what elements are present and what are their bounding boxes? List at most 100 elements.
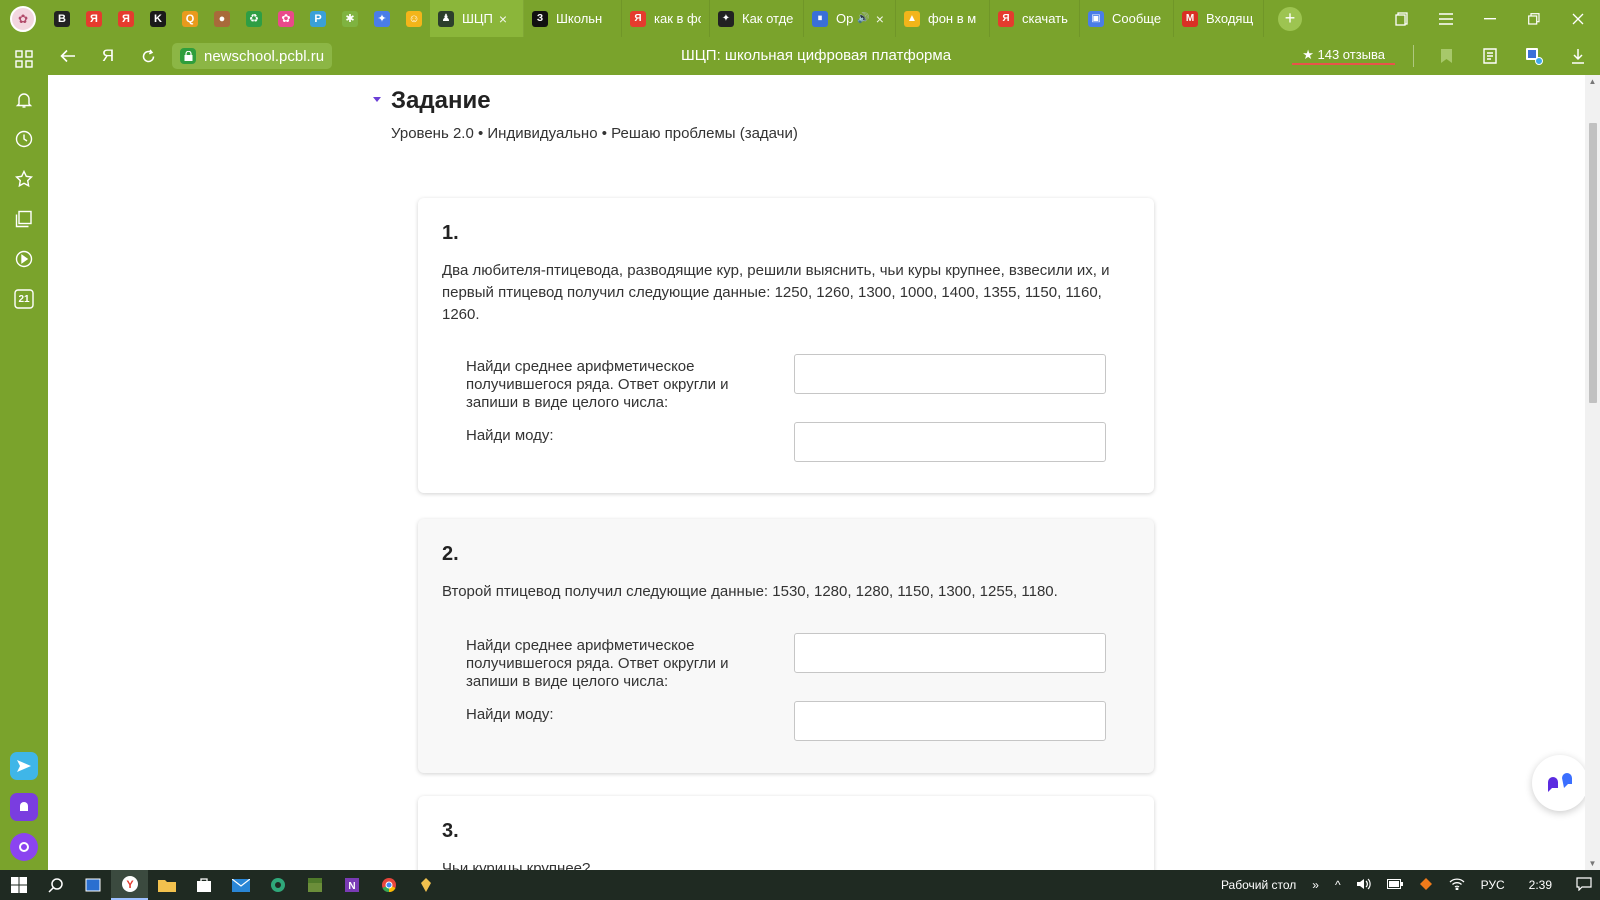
mail-icon[interactable] bbox=[222, 870, 259, 900]
tab-favicon-icon: ♟ bbox=[438, 10, 454, 27]
reload-button[interactable] bbox=[128, 37, 168, 75]
browser-tab[interactable]: ♟ ШЦП × bbox=[430, 0, 524, 37]
back-button[interactable] bbox=[48, 37, 88, 75]
pinned-tab[interactable]: ✱ bbox=[334, 0, 366, 37]
scroll-thumb[interactable] bbox=[1589, 123, 1597, 403]
pinned-tab-favicon-icon: ☺ bbox=[406, 10, 422, 27]
windows-start-icon[interactable] bbox=[0, 870, 37, 900]
wifi-icon[interactable] bbox=[1441, 877, 1473, 893]
browser-tab[interactable]: ▲ фон в м bbox=[896, 0, 990, 37]
pinned-tab-favicon-icon: K bbox=[150, 10, 166, 27]
reviews-badge[interactable]: ★ 143 отзыва bbox=[1292, 47, 1395, 65]
star-icon[interactable] bbox=[12, 167, 36, 191]
tab-close-icon[interactable]: × bbox=[876, 11, 884, 27]
divider bbox=[1413, 45, 1414, 67]
volume-icon[interactable] bbox=[1349, 878, 1379, 893]
tab-label: Сообще bbox=[1112, 11, 1162, 26]
tab-manager-icon[interactable] bbox=[1380, 0, 1424, 37]
page-scrollbar[interactable]: ▲ ▼ bbox=[1585, 75, 1600, 870]
game-app-icon[interactable] bbox=[407, 870, 444, 900]
lock-icon bbox=[180, 48, 196, 64]
tab-close-icon[interactable]: × bbox=[499, 11, 507, 27]
bell-icon[interactable] bbox=[12, 88, 36, 112]
pinned-tab[interactable]: P bbox=[302, 0, 334, 37]
pinned-tab[interactable]: K bbox=[142, 0, 174, 37]
search-icon[interactable] bbox=[37, 870, 74, 900]
mode-input[interactable] bbox=[794, 701, 1106, 741]
pinned-tab[interactable]: ✿ bbox=[270, 0, 302, 37]
address-bar-row: ШЦП: школьная цифровая платформа Я newsc… bbox=[48, 37, 1600, 75]
browser-tab[interactable]: Якак в фо bbox=[622, 0, 710, 37]
pinned-tab[interactable]: Q bbox=[174, 0, 206, 37]
browser-tab[interactable]: M Входящ bbox=[1174, 0, 1264, 37]
pinned-tab[interactable]: ☺ bbox=[398, 0, 430, 37]
onenote-icon[interactable]: N bbox=[333, 870, 370, 900]
desktop-label[interactable]: Рабочий стол bbox=[1213, 878, 1304, 892]
browser-tab[interactable]: З Школьн bbox=[524, 0, 622, 37]
task-view-icon[interactable] bbox=[74, 870, 111, 900]
mean-input[interactable] bbox=[794, 354, 1106, 394]
minimize-icon[interactable] bbox=[1468, 0, 1512, 37]
action-center-icon[interactable] bbox=[1568, 876, 1600, 894]
yandex-logo-icon[interactable]: Я bbox=[88, 37, 128, 75]
reader-icon[interactable] bbox=[1468, 37, 1512, 75]
question-number: 2. bbox=[442, 543, 459, 565]
apps-icon[interactable] bbox=[12, 47, 36, 71]
store-icon[interactable] bbox=[185, 870, 222, 900]
bookmark-icon[interactable] bbox=[1424, 37, 1468, 75]
mode-input[interactable] bbox=[794, 422, 1106, 462]
browser-tab[interactable]: Яскачать bbox=[990, 0, 1080, 37]
play-icon[interactable] bbox=[12, 247, 36, 271]
collapse-caret-icon[interactable] bbox=[373, 97, 381, 102]
question-number: 3. bbox=[442, 820, 459, 842]
pinned-tab-favicon-icon: ♻ bbox=[246, 10, 262, 27]
tab-label: скачать bbox=[1022, 11, 1068, 26]
tab-bar: ✿ B Я Я K Q ● ♻ ✿ P ✱ ✦ ☺ ♟ ШЦП × З Школьн Якак в фо ✦ Как… bbox=[0, 0, 1600, 37]
browser-tab[interactable]: ▣ Сообще bbox=[1080, 0, 1174, 37]
scroll-down-icon[interactable]: ▼ bbox=[1588, 859, 1597, 868]
browser-tab[interactable]: ⏸ Ор 🔊 × bbox=[804, 0, 896, 37]
tray-overflow-icon[interactable]: ^ bbox=[1327, 878, 1349, 892]
calendar-icon[interactable]: 21 bbox=[12, 287, 36, 311]
svg-text:N: N bbox=[348, 881, 355, 892]
new-tab-button[interactable]: + bbox=[1278, 6, 1302, 31]
pinned-tab[interactable]: Я bbox=[78, 0, 110, 37]
download-icon[interactable] bbox=[1556, 37, 1600, 75]
yandex-browser-icon[interactable]: Y bbox=[111, 870, 148, 900]
menu-icon[interactable] bbox=[1424, 0, 1468, 37]
browser-tab[interactable]: ✦ Как отде bbox=[710, 0, 804, 37]
translate-icon[interactable] bbox=[1512, 37, 1556, 75]
restore-icon[interactable] bbox=[1512, 0, 1556, 37]
clock[interactable]: 2:39 bbox=[1513, 878, 1568, 892]
alice-shortcut-icon[interactable] bbox=[10, 793, 38, 821]
history-icon[interactable] bbox=[12, 127, 36, 151]
pinned-tab[interactable]: Я bbox=[110, 0, 142, 37]
mean-input[interactable] bbox=[794, 633, 1106, 673]
minecraft-icon[interactable] bbox=[296, 870, 333, 900]
messenger-icon[interactable] bbox=[10, 752, 38, 780]
file-explorer-icon[interactable] bbox=[148, 870, 185, 900]
battery-icon[interactable] bbox=[1379, 878, 1411, 892]
close-window-icon[interactable] bbox=[1556, 0, 1600, 37]
profile-button[interactable]: ✿ bbox=[0, 0, 46, 37]
pinned-tabs: B Я Я K Q ● ♻ ✿ P ✱ ✦ ☺ bbox=[46, 0, 430, 37]
notification-app-icon[interactable] bbox=[1411, 877, 1441, 894]
globe-app-icon[interactable] bbox=[259, 870, 296, 900]
collections-icon[interactable] bbox=[12, 207, 36, 231]
chrome-icon[interactable] bbox=[370, 870, 407, 900]
chat-support-button[interactable] bbox=[1532, 755, 1585, 811]
pinned-tab[interactable]: ✦ bbox=[366, 0, 398, 37]
pinned-tab[interactable]: ● bbox=[206, 0, 238, 37]
question-text: Два любителя-птицевода, разводящие кур, … bbox=[442, 262, 1110, 323]
pinned-tab[interactable]: ♻ bbox=[238, 0, 270, 37]
expand-toolbar-icon[interactable]: » bbox=[1304, 878, 1327, 892]
mean-label: Найди среднее арифметическое получившего… bbox=[466, 637, 729, 690]
tab-audio-icon[interactable]: 🔊 bbox=[857, 13, 869, 24]
language-indicator[interactable]: РУС bbox=[1473, 878, 1513, 892]
pinned-tab[interactable]: B bbox=[46, 0, 78, 37]
scroll-up-icon[interactable]: ▲ bbox=[1588, 77, 1597, 86]
question-text: Чьи курицы крупнее? bbox=[442, 860, 591, 870]
alice-icon[interactable] bbox=[10, 833, 38, 861]
url-field[interactable]: newschool.pcbl.ru bbox=[172, 43, 333, 69]
tabs: ♟ ШЦП × З Школьн Якак в фо ✦ Как отде ⏸ Ор 🔊 × ▲ фон … bbox=[430, 0, 1264, 37]
